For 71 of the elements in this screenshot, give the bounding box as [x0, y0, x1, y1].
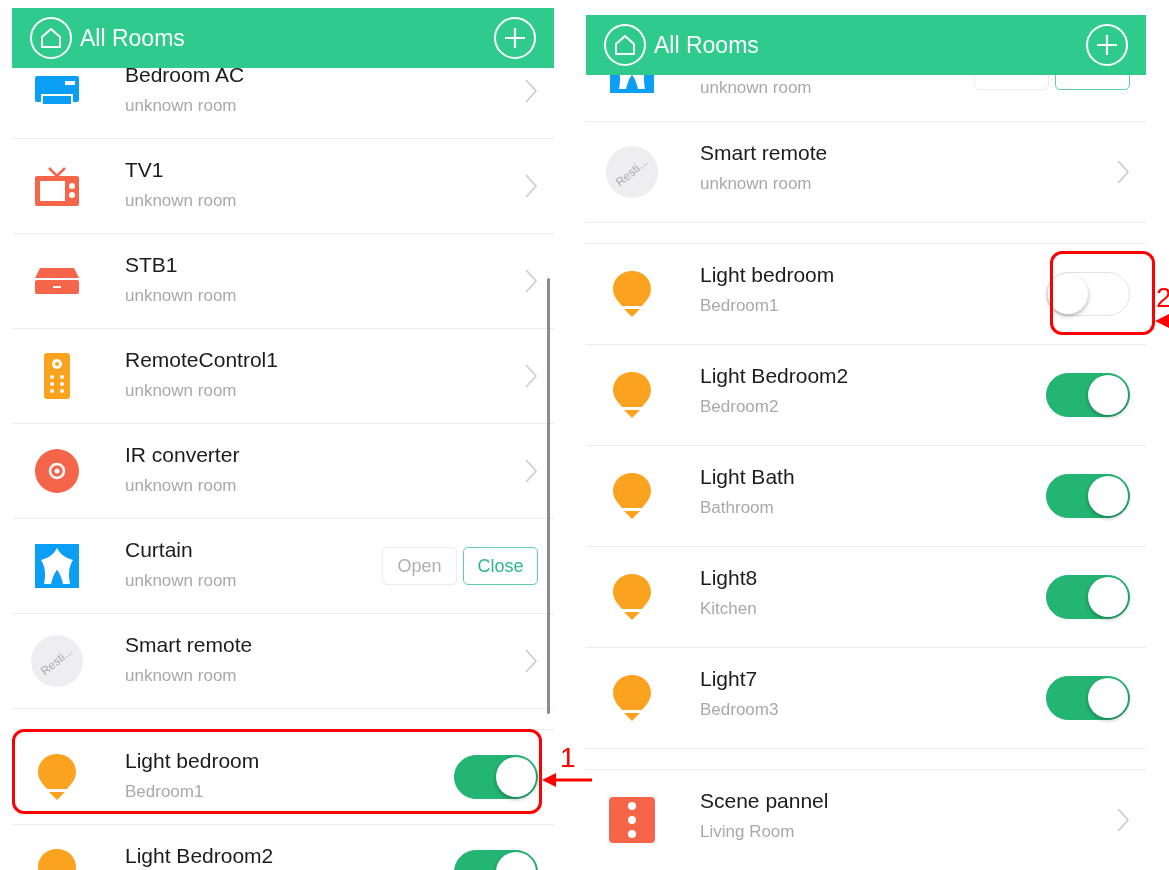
- home-button[interactable]: [604, 24, 646, 66]
- toggle-switch[interactable]: [454, 755, 538, 799]
- toggle-switch[interactable]: [1046, 373, 1130, 417]
- chevron-right-icon[interactable]: [524, 78, 538, 104]
- chevron-right-icon[interactable]: [1116, 807, 1130, 833]
- pointer-arrow: [542, 772, 592, 788]
- tv-icon: [35, 166, 79, 206]
- room-name: unknown room: [125, 286, 238, 306]
- header-title: All Rooms: [80, 24, 186, 52]
- device-name: Smart remote: [700, 141, 829, 165]
- room-name: unknown room: [125, 571, 238, 591]
- add-button[interactable]: [494, 17, 536, 59]
- device-name: Light bedroom: [125, 749, 261, 773]
- device-name: Light7: [700, 667, 759, 691]
- device-name: Light Bath: [700, 465, 796, 489]
- plus-icon: [503, 26, 527, 50]
- room-name: unknown room: [700, 174, 813, 194]
- target-icon: [35, 449, 79, 493]
- light-bulb-icon: [613, 574, 651, 620]
- light-bulb-icon: [613, 372, 651, 418]
- device-name: Light Bedroom2: [125, 844, 275, 868]
- room-name: Bathroom: [700, 498, 775, 518]
- light-bulb-icon: [613, 675, 651, 721]
- room-name: unknown room: [125, 191, 238, 211]
- light-bulb-icon: [613, 271, 651, 317]
- room-name: unknown room: [700, 78, 813, 98]
- plus-icon: [1095, 33, 1119, 57]
- scene-panel-icon: [609, 797, 655, 843]
- chevron-right-icon[interactable]: [524, 648, 538, 674]
- toggle-switch[interactable]: [1046, 575, 1130, 619]
- home-button[interactable]: [30, 17, 72, 59]
- chevron-right-icon[interactable]: [524, 363, 538, 389]
- remote-control-icon: [44, 353, 70, 399]
- chevron-right-icon[interactable]: [524, 268, 538, 294]
- light-bulb-icon: [38, 754, 76, 800]
- room-name: Bedroom1: [125, 782, 205, 802]
- home-icon: [614, 34, 636, 56]
- header-title: All Rooms: [654, 31, 760, 59]
- device-name: TV1: [125, 158, 165, 182]
- toggle-switch[interactable]: [1046, 474, 1130, 518]
- room-name: unknown room: [125, 666, 238, 686]
- device-name: Light bedroom: [700, 263, 836, 287]
- set-top-box-icon: [35, 268, 79, 294]
- pointer-arrow: [1155, 313, 1169, 329]
- device-name: Curtain: [125, 538, 194, 562]
- room-name: Bedroom3: [700, 700, 780, 720]
- light-bulb-icon: [613, 473, 651, 519]
- add-button[interactable]: [1086, 24, 1128, 66]
- toggle-switch[interactable]: [1046, 676, 1130, 720]
- device-name: Scene pannel: [700, 789, 830, 813]
- room-name: Bedroom2: [700, 397, 780, 417]
- chevron-right-icon[interactable]: [524, 173, 538, 199]
- device-name: Light8: [700, 566, 759, 590]
- air-conditioner-icon: [35, 76, 79, 106]
- action-button[interactable]: Close: [463, 547, 538, 585]
- device-name: STB1: [125, 253, 179, 277]
- device-name: RemoteControl1: [125, 348, 279, 372]
- room-name: Bedroom1: [700, 296, 780, 316]
- room-name: unknown room: [125, 96, 238, 116]
- device-name: Light Bedroom2: [700, 364, 850, 388]
- callout-number: 1: [560, 744, 576, 772]
- room-name: unknown room: [125, 381, 238, 401]
- chevron-right-icon[interactable]: [524, 458, 538, 484]
- device-name: Smart remote: [125, 633, 254, 657]
- room-name: Kitchen: [700, 599, 758, 619]
- chevron-right-icon[interactable]: [1116, 159, 1130, 185]
- curtain-icon: [35, 544, 79, 588]
- room-name: unknown room: [125, 476, 238, 496]
- home-icon: [40, 27, 62, 49]
- room-name: Living Room: [700, 822, 796, 842]
- device-name: IR converter: [125, 443, 241, 467]
